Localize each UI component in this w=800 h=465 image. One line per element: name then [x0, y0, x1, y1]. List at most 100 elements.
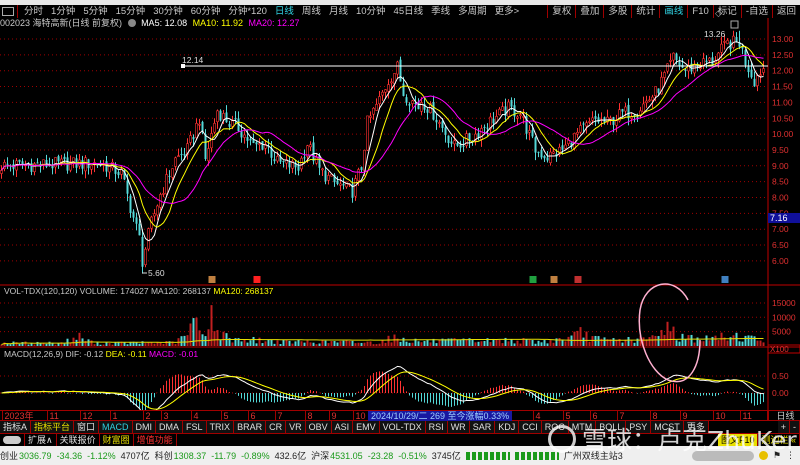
- volume-bar: [519, 343, 522, 346]
- diamond-icon[interactable]: ◇: [715, 8, 722, 18]
- indicator-tab[interactable]: DMA: [156, 421, 184, 433]
- volume-bar: [537, 340, 540, 346]
- candle-body: [276, 156, 279, 162]
- chart-canvas[interactable]: 13.00 12.50 12.00 11.50 11.00 10.50 10.00 9.50 9…: [0, 0, 800, 410]
- watermark-text: 雪球：卢克ZhuKer: [582, 426, 797, 455]
- indicator-tab[interactable]: 窗口: [74, 421, 100, 433]
- volume-bar: [399, 341, 402, 346]
- candle-body: [492, 118, 495, 124]
- candle-body: [117, 172, 120, 176]
- candle-body: [222, 113, 225, 120]
- candle-body: [132, 211, 135, 218]
- indicator-tab[interactable]: VR: [286, 421, 306, 433]
- volume-bar: [90, 340, 93, 346]
- volume-bar: [150, 342, 153, 346]
- candle-body: [372, 107, 375, 115]
- xueqiu-logo-icon: [548, 425, 576, 453]
- event-marker-icon[interactable]: [574, 276, 582, 283]
- volume-bar: [246, 342, 249, 346]
- volume-bar: [240, 341, 243, 346]
- window-icon[interactable]: [730, 20, 739, 29]
- volume-bar: [138, 343, 141, 346]
- event-marker-icon[interactable]: [529, 276, 537, 283]
- indicator-tab[interactable]: EMV: [353, 421, 380, 433]
- candle-body: [129, 195, 132, 214]
- toggle-switch[interactable]: [0, 434, 25, 446]
- volume-bar: [477, 341, 480, 346]
- volume-bar: [741, 341, 744, 346]
- candle-body: [234, 118, 237, 120]
- cy-name: 创业: [0, 451, 19, 461]
- indicator-tab[interactable]: WR: [447, 421, 470, 433]
- candle-body: [438, 122, 441, 124]
- indicator-tab[interactable]: DMI: [132, 421, 157, 433]
- volume-bar: [111, 344, 114, 346]
- indicator-tab[interactable]: SAR: [469, 421, 496, 433]
- candle-body: [369, 115, 372, 118]
- volume-bar: [651, 335, 654, 346]
- volume-bar: [678, 341, 681, 346]
- volume-bar: [312, 342, 315, 346]
- price-tick: 10.50: [772, 113, 794, 123]
- candle-body: [282, 161, 285, 163]
- macd-tick: 0.00: [772, 388, 789, 398]
- candle-body: [192, 137, 195, 140]
- volume-bar: [153, 343, 156, 346]
- price-tick: 6.00: [772, 256, 789, 266]
- price-tick: 12.50: [772, 50, 794, 60]
- candle-body: [663, 72, 666, 78]
- volume-bar: [411, 342, 414, 346]
- high-label: 13.26: [704, 29, 726, 39]
- volume-bar: [675, 340, 678, 346]
- price-tick: 11.00: [772, 97, 793, 107]
- candle-body: [735, 37, 738, 42]
- volume-bar: [735, 332, 738, 346]
- indicator-tab[interactable]: KDJ: [495, 421, 520, 433]
- candle-body: [327, 175, 330, 181]
- volume-bar: [306, 340, 309, 346]
- indicator-tab[interactable]: FSL: [183, 421, 207, 433]
- event-marker-icon[interactable]: [550, 276, 558, 283]
- volume-bar: [516, 340, 519, 346]
- related-quotes-button[interactable]: 关联报价: [57, 434, 100, 446]
- price-tick: 9.50: [772, 145, 789, 155]
- volume-bar: [582, 337, 585, 346]
- event-marker-icon[interactable]: [253, 276, 261, 283]
- volume-axis: 15000 10000 5000: [772, 298, 796, 337]
- indicator-tab[interactable]: MACD: [99, 421, 133, 433]
- volume-bar: [363, 342, 366, 346]
- volume-bar: [27, 344, 30, 346]
- candle-body: [147, 228, 150, 250]
- indicator-tab[interactable]: VOL-TDX: [379, 421, 426, 433]
- volume-bar: [222, 331, 225, 346]
- volume-bar: [492, 338, 495, 346]
- candle-body: [153, 213, 156, 217]
- indicator-tab[interactable]: OBV: [305, 421, 332, 433]
- event-marker-icon[interactable]: [208, 276, 216, 283]
- candle-body: [189, 135, 192, 143]
- volume-bar: [648, 337, 651, 346]
- candle-body: [315, 157, 318, 164]
- indicator-tab[interactable]: CCI: [519, 421, 542, 433]
- candle-body: [225, 112, 228, 123]
- wealth-circle-button[interactable]: 财富圈: [100, 434, 134, 446]
- candle-body: [441, 121, 444, 128]
- ma10-line: [1, 45, 764, 228]
- candle-body: [642, 103, 645, 113]
- indicator-tab[interactable]: BRAR: [234, 421, 267, 433]
- indicator-tab[interactable]: TRIX: [206, 421, 235, 433]
- indicator-tab[interactable]: CR: [266, 421, 287, 433]
- event-marker-icon[interactable]: [721, 276, 729, 283]
- volume-bar: [564, 341, 567, 346]
- candle-body: [312, 142, 315, 162]
- indicator-tab[interactable]: 指标A: [0, 421, 32, 433]
- volume-bar: [753, 336, 756, 346]
- indicator-tab[interactable]: 指标平台: [31, 421, 75, 433]
- indicator-tab[interactable]: ASI: [331, 421, 354, 433]
- candle-body: [576, 131, 579, 135]
- indicator-tab[interactable]: RSI: [425, 421, 448, 433]
- candle-body: [522, 116, 525, 118]
- expand-button[interactable]: 扩展∧: [25, 434, 57, 446]
- value-added-button[interactable]: 增值功能: [134, 434, 177, 446]
- volume-bar: [474, 342, 477, 346]
